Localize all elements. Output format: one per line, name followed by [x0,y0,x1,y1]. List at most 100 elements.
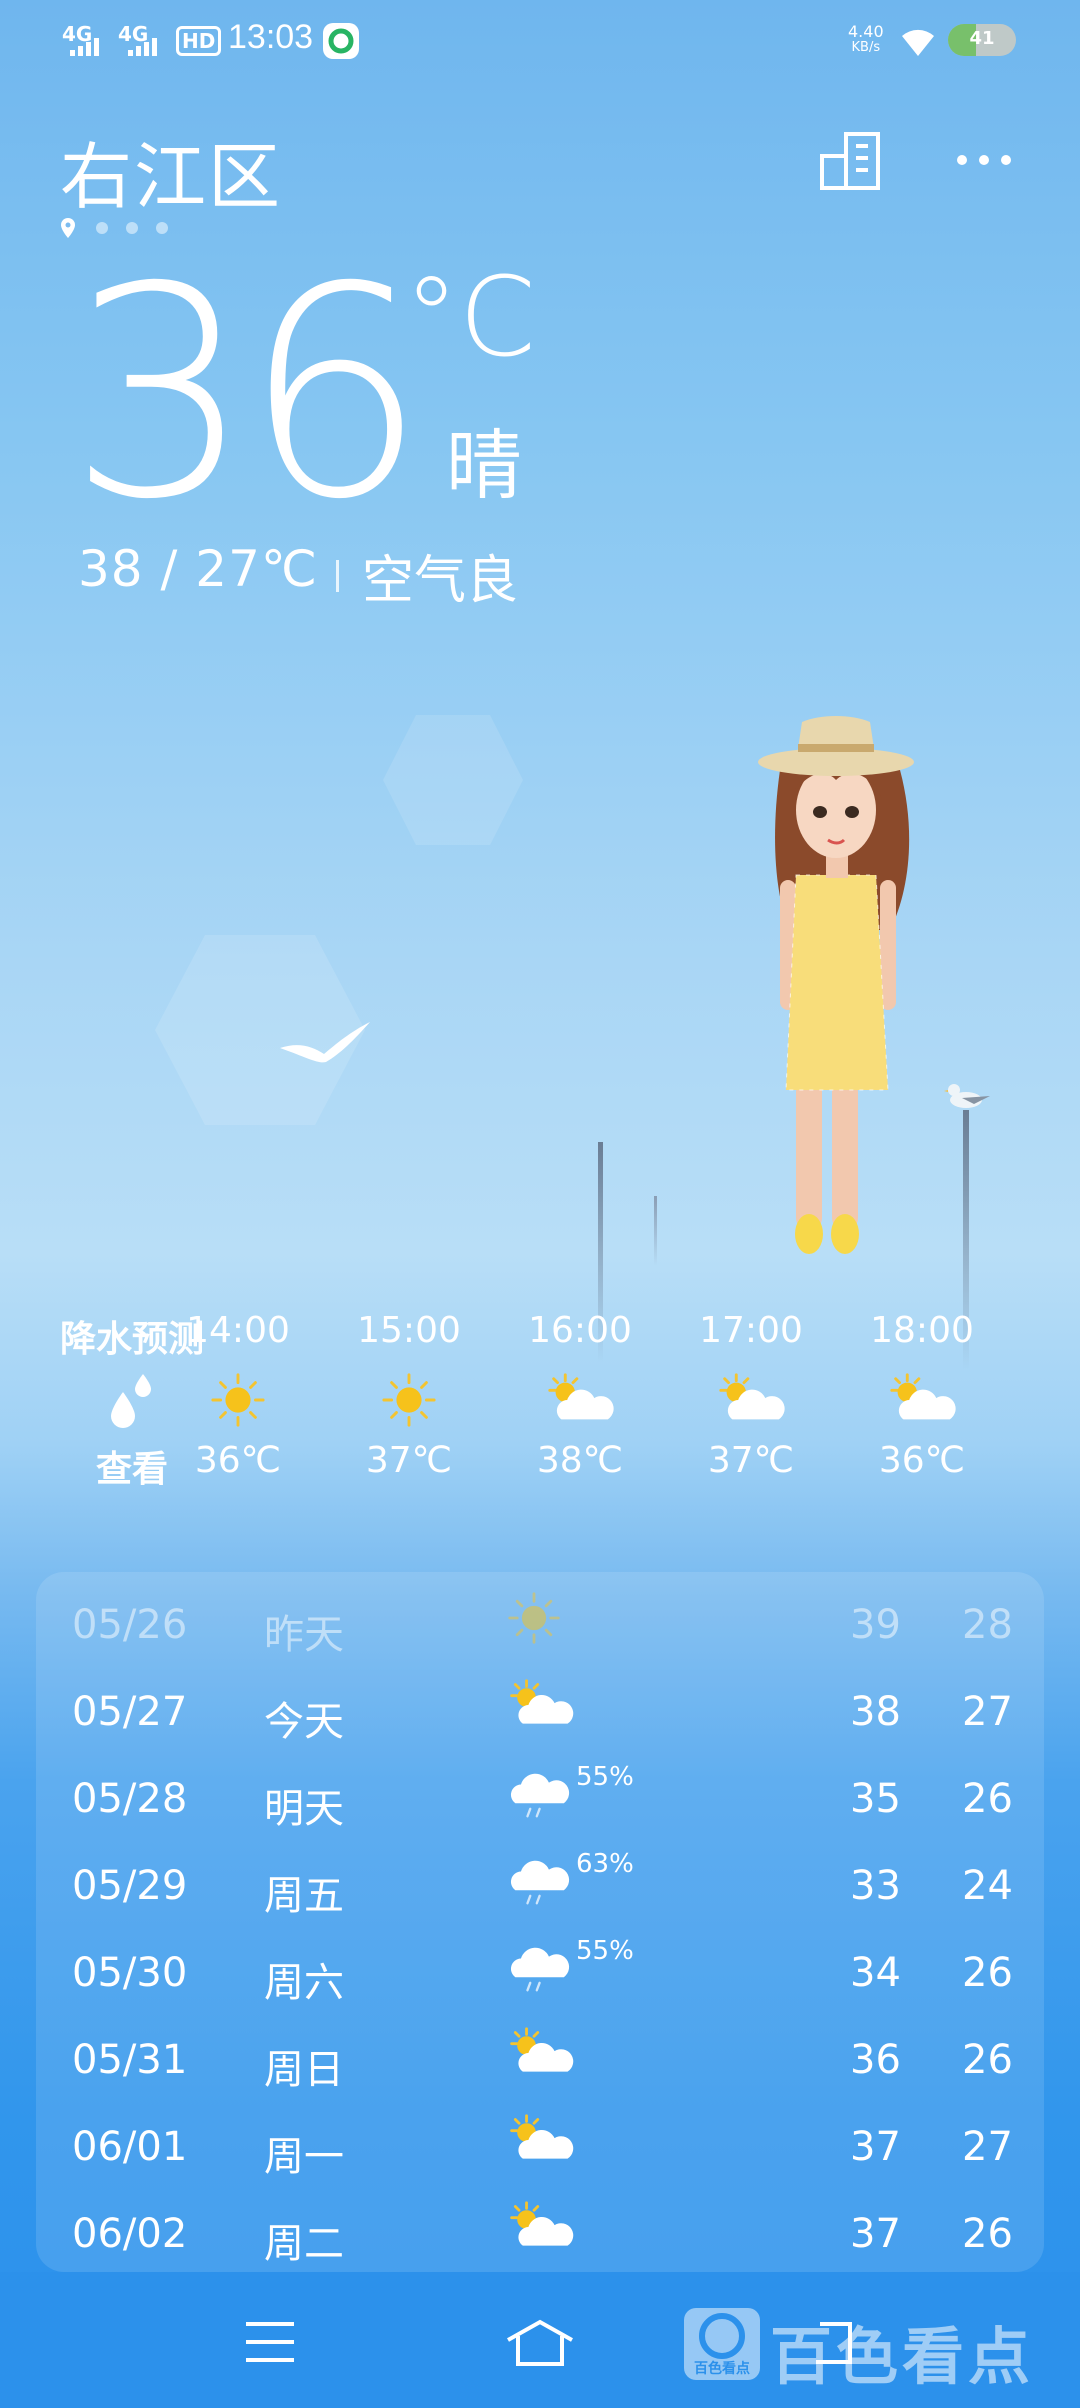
daily-row[interactable]: 05/29 周五 63% 33 24 [36,1843,1044,1930]
daily-day: 昨天 [264,1612,344,1658]
daily-low: 27 [962,1689,1013,1735]
precip-chance: 55% [576,1936,634,1966]
partly-cloudy-icon [506,2199,586,2269]
more-options-icon[interactable] [954,150,1014,170]
battery-level: 41 [969,28,995,49]
daily-low: 26 [962,2211,1013,2257]
daily-date: 05/31 [72,2037,188,2083]
daily-row[interactable]: 05/28 明天 55% 35 26 [36,1756,1044,1843]
hourly-time: 14:00 [186,1310,290,1351]
daily-date: 05/29 [72,1863,188,1909]
seagull-illustration [944,1084,990,1108]
partly-cloudy-icon [666,1360,836,1440]
menu-icon[interactable] [244,2320,296,2364]
daily-high: 35 [850,1776,901,1822]
daily-day: 周二 [264,2221,344,2267]
partly-cloudy-icon [506,2112,586,2182]
daily-low: 26 [962,1950,1013,1996]
signal-bars-icon [128,38,157,56]
daily-date: 05/28 [72,1776,188,1822]
net-speed: 4.40 KB/s [848,24,884,56]
hourly-time: 16:00 [528,1310,632,1351]
precip-chance: 63% [576,1849,634,1879]
rain-cloud-icon [506,1851,586,1921]
daily-row[interactable]: 06/01 周一 37 27 [36,2104,1044,2191]
hourly-item: 14:00 36℃ [153,1310,323,1481]
daily-day: 今天 [264,1699,344,1745]
hourly-time: 17:00 [699,1310,803,1351]
hourly-item: 15:00 37℃ [324,1310,494,1481]
daily-high: 38 [850,1689,901,1735]
daily-date: 05/27 [72,1689,188,1735]
daily-low: 28 [962,1602,1013,1648]
signal-bars-icon [70,38,99,56]
hourly-temp: 37℃ [365,1440,453,1481]
daily-high: 34 [850,1950,901,1996]
daily-row[interactable]: 05/31 周日 36 26 [36,2017,1044,2104]
daily-forecast-panel[interactable]: 05/26 昨天 39 28 05/27 今天 38 27 05/28 明天 5… [36,1572,1044,2272]
sun-icon [153,1360,323,1440]
precip-chance: 55% [576,1762,634,1792]
daily-day: 明天 [264,1786,344,1832]
hourly-time: 15:00 [357,1310,461,1351]
daily-day: 周五 [264,1873,344,1919]
air-quality[interactable]: 空气良 [362,538,518,613]
partly-cloudy-icon [506,2025,586,2095]
character-illustration [758,716,914,1254]
temperature-range: 38 / 27℃ [78,540,319,598]
weather-condition: 晴 [446,421,522,510]
hourly-temp: 36℃ [878,1440,966,1481]
hourly-item: 16:00 38℃ [495,1310,665,1481]
daily-day: 周日 [264,2047,344,2093]
hourly-item: 17:00 37℃ [666,1310,836,1481]
daily-row[interactable]: 06/02 周二 37 26 [36,2191,1044,2272]
daily-date: 05/30 [72,1950,188,1996]
decorative-hexagon [383,715,523,845]
daily-row[interactable]: 05/27 今天 38 27 [36,1669,1044,1756]
daily-row[interactable]: 05/26 昨天 39 28 [36,1582,1044,1669]
city-name[interactable]: 右江区 [60,118,282,223]
net-speed-unit: KB/s [851,40,881,55]
daily-high: 37 [850,2211,901,2257]
daily-date: 06/01 [72,2124,188,2170]
daily-date: 06/02 [72,2211,188,2257]
watermark-logo: 百色看点 [684,2308,760,2380]
partly-cloudy-icon [837,1360,1007,1440]
hourly-temp: 37℃ [707,1440,795,1481]
partly-cloudy-icon [506,1677,586,1747]
home-icon[interactable] [504,2318,576,2368]
divider [336,560,339,592]
temperature-unit: °C [404,253,536,381]
rain-cloud-icon [506,1764,586,1834]
watermark-small-label: 百色看点 [694,2361,750,2377]
bird-illustration [280,1022,370,1063]
partly-cloudy-icon [495,1360,665,1440]
wifi-icon [902,29,934,56]
daily-high: 39 [850,1602,901,1648]
daily-high: 36 [850,2037,901,2083]
daily-low: 27 [962,2124,1013,2170]
city-manage-icon[interactable] [818,130,886,192]
sun-icon [324,1360,494,1440]
battery-indicator: 41 [948,24,1016,56]
daily-low: 26 [962,2037,1013,2083]
sun-icon [506,1590,586,1660]
daily-date: 05/26 [72,1602,188,1648]
hourly-time: 18:00 [870,1310,974,1351]
watermark-text: 百色看点 [770,2320,1035,2393]
daily-low: 24 [962,1863,1013,1909]
hourly-temp: 38℃ [536,1440,624,1481]
daily-high: 33 [850,1863,901,1909]
hd-badge: HD [176,26,222,56]
daily-day: 周六 [264,1960,344,2006]
hourly-item: 18:00 36℃ [837,1310,1007,1481]
pole-illustration [654,1196,657,1266]
daily-row[interactable]: 05/30 周六 55% 34 26 [36,1930,1044,2017]
daily-day: 周一 [264,2134,344,2180]
rain-cloud-icon [506,1938,586,2008]
app-notification-icon [323,23,359,59]
daily-low: 26 [962,1776,1013,1822]
daily-high: 37 [850,2124,901,2170]
net-speed-value: 4.40 [848,22,884,41]
current-temperature: 36 [68,226,427,563]
